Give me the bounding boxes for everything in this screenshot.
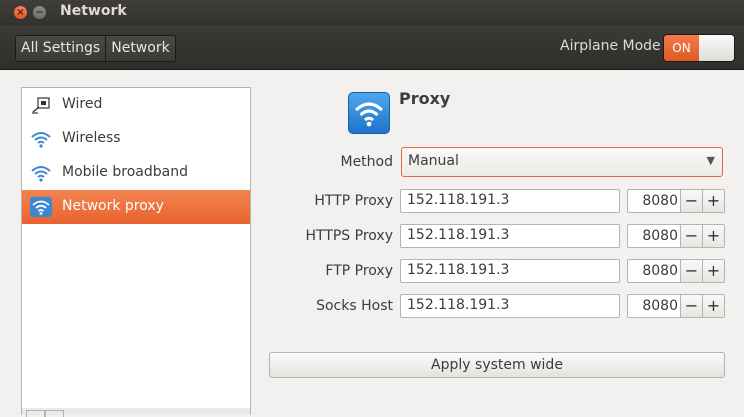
method-select[interactable]: Manual ▼ [401, 147, 723, 177]
chevron-down-icon: ▼ [706, 154, 715, 167]
ftp-proxy-label: FTP Proxy [325, 263, 393, 279]
network-proxy-icon [30, 197, 52, 217]
http-proxy-host-input[interactable]: 152.118.191.3 [400, 189, 620, 213]
decrement-button[interactable]: − [680, 260, 702, 282]
proxy-icon [348, 92, 390, 134]
method-value: Manual [408, 153, 459, 169]
apply-system-wide-button[interactable]: Apply system wide [269, 352, 725, 378]
https-proxy-port-stepper[interactable]: 8080 − + [627, 224, 725, 248]
https-proxy-host-value: 152.118.191.3 [407, 227, 510, 243]
decrement-button[interactable]: − [680, 225, 702, 247]
wireless-icon [30, 129, 52, 149]
airplane-mode-label: Airplane Mode [560, 38, 661, 54]
http-proxy-port-stepper[interactable]: 8080 − + [627, 189, 725, 213]
breadcrumb-all-settings[interactable]: All Settings [16, 36, 106, 61]
remove-connection-button[interactable] [44, 410, 64, 417]
breadcrumb-network[interactable]: Network [105, 36, 175, 61]
sidebar-item-mobile-broadband[interactable]: Mobile broadband [22, 156, 250, 190]
socks-host-input[interactable]: 152.118.191.3 [400, 294, 620, 318]
page-title: Proxy [399, 89, 451, 108]
http-proxy-host-value: 152.118.191.3 [407, 192, 510, 208]
ftp-proxy-port-value[interactable]: 8080 [628, 260, 680, 282]
decrement-button[interactable]: − [680, 295, 702, 317]
increment-button[interactable]: + [702, 260, 724, 282]
minimize-icon[interactable]: − [33, 6, 46, 19]
socks-host-value: 152.118.191.3 [407, 297, 510, 313]
add-connection-button[interactable] [26, 410, 46, 417]
increment-button[interactable]: + [702, 225, 724, 247]
sidebar-item-label: Network proxy [62, 198, 164, 214]
sidebar-item-wireless[interactable]: Wireless [22, 122, 250, 156]
sidebar: Wired Wireless Mobile broadband Network … [21, 87, 251, 409]
sidebar-item-label: Wireless [62, 130, 121, 146]
wired-network-icon [30, 95, 52, 115]
https-proxy-port-value[interactable]: 8080 [628, 225, 680, 247]
method-label: Method [340, 154, 393, 170]
close-icon[interactable]: × [14, 6, 27, 19]
ftp-proxy-host-value: 152.118.191.3 [407, 262, 510, 278]
https-proxy-host-input[interactable]: 152.118.191.3 [400, 224, 620, 248]
window-title: Network [60, 3, 127, 19]
mobile-broadband-icon [30, 163, 52, 183]
socks-host-label: Socks Host [316, 298, 393, 314]
sidebar-item-wired[interactable]: Wired [22, 88, 250, 122]
sidebar-item-label: Wired [62, 96, 103, 112]
socks-port-value[interactable]: 8080 [628, 295, 680, 317]
ftp-proxy-host-input[interactable]: 152.118.191.3 [400, 259, 620, 283]
sidebar-toolbar [21, 408, 251, 417]
airplane-mode-switch[interactable]: ON [663, 34, 735, 62]
https-proxy-label: HTTPS Proxy [305, 228, 393, 244]
socks-port-stepper[interactable]: 8080 − + [627, 294, 725, 318]
decrement-button[interactable]: − [680, 190, 702, 212]
http-proxy-label: HTTP Proxy [314, 193, 393, 209]
increment-button[interactable]: + [702, 190, 724, 212]
title-bar: × − Network [0, 0, 744, 25]
toolbar: All Settings Network Airplane Mode ON [0, 25, 744, 70]
sidebar-item-network-proxy[interactable]: Network proxy [22, 190, 250, 224]
breadcrumb: All Settings Network [15, 35, 176, 62]
increment-button[interactable]: + [702, 295, 724, 317]
http-proxy-port-value[interactable]: 8080 [628, 190, 680, 212]
switch-state-label: ON [664, 35, 699, 61]
sidebar-item-label: Mobile broadband [62, 164, 188, 180]
ftp-proxy-port-stepper[interactable]: 8080 − + [627, 259, 725, 283]
switch-knob[interactable] [699, 35, 734, 61]
